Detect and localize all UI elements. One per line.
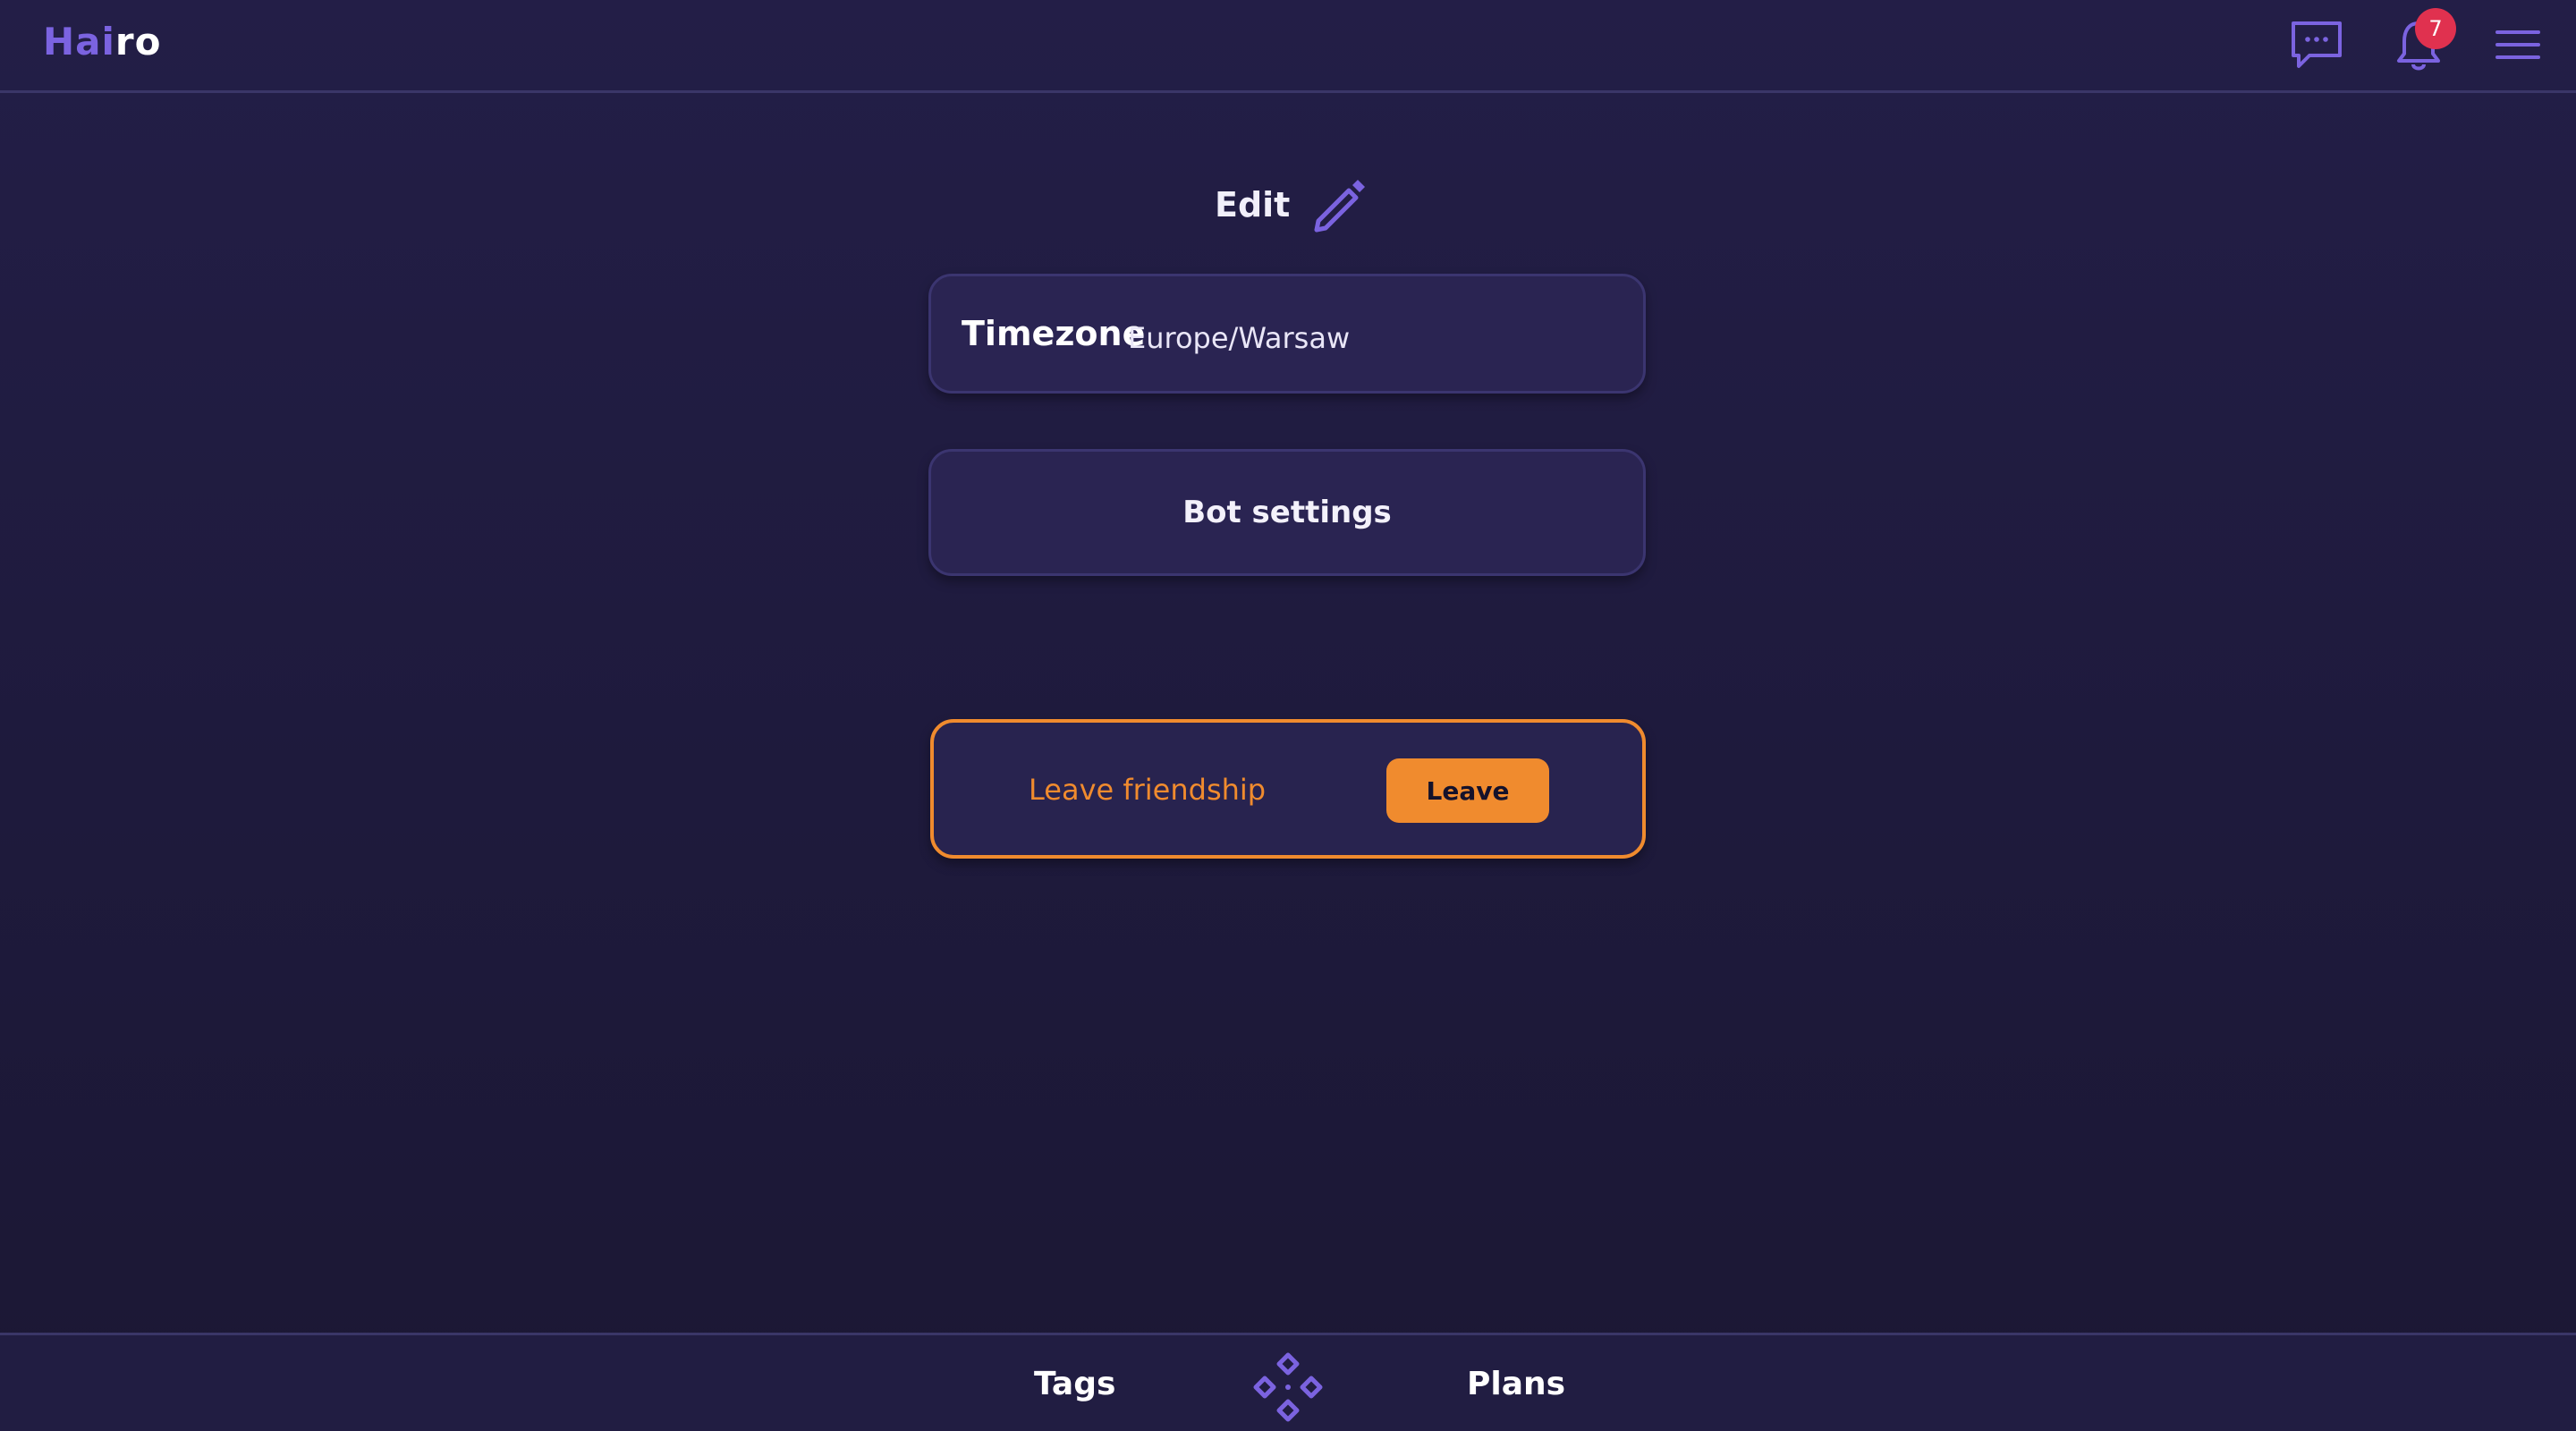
bottom-nav: Tags Plans	[0, 1333, 2576, 1431]
bot-settings-label: Bot settings	[1182, 495, 1392, 530]
nav-plans[interactable]: Plans	[1467, 1366, 1565, 1402]
timezone-value: Europe/Warsaw	[1128, 321, 1351, 355]
pencil-icon[interactable]	[1311, 176, 1367, 233]
leave-friendship-card: Leave friendship Leave	[930, 719, 1646, 859]
page: Hairo 7 Edit Timezone Europe/Warsaw Bot …	[0, 0, 2576, 1431]
diamond-cluster-icon[interactable]	[1250, 1350, 1326, 1425]
timezone-card[interactable]: Timezone Europe/Warsaw	[928, 274, 1646, 394]
notification-badge: 7	[2415, 8, 2456, 49]
chat-bubble-icon[interactable]	[2290, 20, 2343, 70]
top-bar: Hairo 7	[0, 0, 2576, 93]
bot-settings-button[interactable]: Bot settings	[928, 449, 1646, 576]
hamburger-menu-icon[interactable]	[2492, 25, 2544, 64]
edit-label: Edit	[1215, 185, 1291, 224]
leave-friendship-text: Leave friendship	[1029, 773, 1267, 807]
leave-button[interactable]: Leave	[1386, 758, 1549, 823]
edit-heading[interactable]: Edit	[1215, 175, 1367, 234]
app-logo[interactable]: Hairo	[43, 20, 161, 64]
timezone-label: Timezone	[962, 314, 1146, 353]
logo-part-2: ro	[114, 20, 162, 64]
nav-tags[interactable]: Tags	[1034, 1366, 1115, 1402]
logo-part-1: Hai	[43, 20, 115, 64]
